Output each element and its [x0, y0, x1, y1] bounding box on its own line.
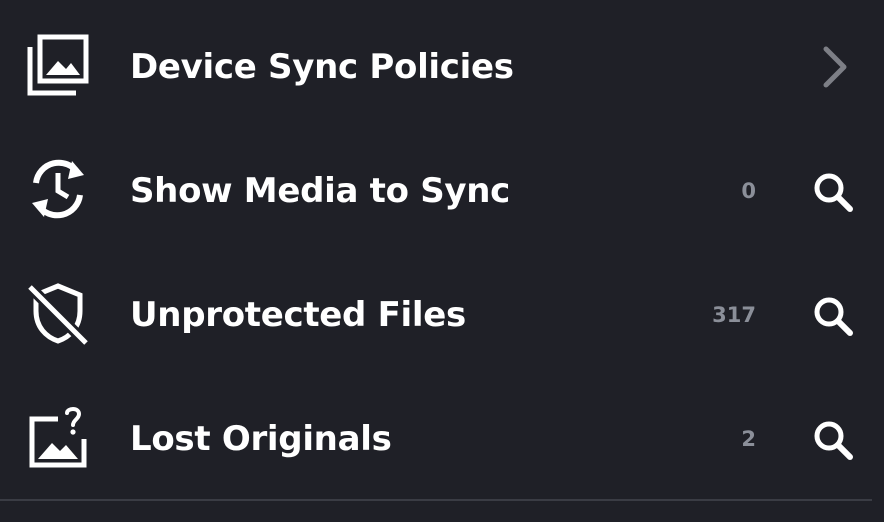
photo-library-icon — [26, 33, 90, 97]
search-icon[interactable] — [810, 417, 856, 463]
menu-item-label: Unprotected Files — [130, 295, 466, 335]
divider — [0, 499, 872, 501]
sync-menu: Device Sync Policies Show Media to Sync … — [0, 0, 884, 522]
chevron-right-icon[interactable] — [816, 43, 856, 91]
search-icon[interactable] — [810, 169, 856, 215]
shield-off-icon — [26, 281, 90, 345]
search-icon[interactable] — [810, 293, 856, 339]
item-count: 2 — [741, 427, 756, 451]
menu-item-device-sync-policies[interactable]: Device Sync Policies — [0, 5, 884, 129]
item-count: 0 — [741, 179, 756, 203]
menu-item-label: Show Media to Sync — [130, 171, 511, 211]
menu-item-show-media-to-sync[interactable]: Show Media to Sync 0 — [0, 129, 884, 253]
menu-item-label: Lost Originals — [130, 419, 392, 459]
image-question-icon — [26, 405, 90, 469]
sync-clock-icon — [26, 157, 90, 221]
menu-item-lost-originals[interactable]: Lost Originals 2 — [0, 377, 884, 501]
menu-item-label: Device Sync Policies — [130, 47, 514, 87]
menu-item-unprotected-files[interactable]: Unprotected Files 317 — [0, 253, 884, 377]
item-count: 317 — [712, 303, 756, 327]
